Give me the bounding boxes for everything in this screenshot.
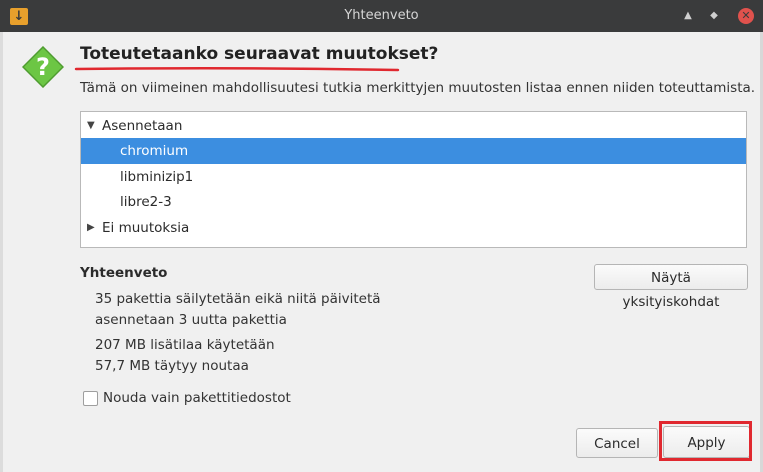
download-only-checkbox[interactable]	[83, 391, 98, 406]
red-underline-annotation	[74, 66, 400, 72]
cancel-button[interactable]: Cancel	[576, 428, 658, 458]
question-icon: ?	[22, 46, 64, 88]
window-left-edge	[0, 32, 3, 472]
summary-line: 207 MB lisätilaa käytetään	[95, 337, 275, 353]
changes-tree[interactable]: ▼ Asennetaan chromium libminizip1 libre2…	[80, 111, 747, 248]
tree-item-label: libminizip1	[120, 169, 194, 185]
shade-window-icon[interactable]: ▲	[680, 9, 696, 23]
summary-line: 57,7 MB täytyy noutaa	[95, 358, 249, 374]
download-only-label[interactable]: Nouda vain pakettitiedostot	[103, 390, 291, 406]
dialog-heading: Toteutetaanko seuraavat muutokset?	[80, 44, 439, 64]
tree-group-label: Asennetaan	[102, 118, 183, 134]
tree-item-label: libre2-3	[120, 194, 172, 210]
red-highlight-annotation	[659, 421, 752, 461]
tree-item-label: chromium	[120, 143, 189, 159]
title-bar: ↓ Yhteenveto ▲ ◆ ✕	[0, 0, 763, 32]
tree-group-label: Ei muutoksia	[102, 220, 190, 236]
show-details-button[interactable]: Näytä yksityiskohdat	[594, 264, 748, 310]
dialog-description: Tämä on viimeinen mahdollisuutesi tutkia…	[80, 80, 756, 96]
tree-group-no-changes[interactable]: ▶ Ei muutoksia	[81, 215, 746, 241]
summary-line: asennetaan 3 uutta pakettia	[95, 312, 287, 328]
tree-item-libre2-3[interactable]: libre2-3	[81, 189, 746, 215]
tree-group-install[interactable]: ▼ Asennetaan	[81, 113, 746, 139]
expanded-arrow-icon[interactable]: ▼	[87, 113, 95, 139]
maximize-window-icon[interactable]: ◆	[706, 9, 722, 23]
collapsed-arrow-icon[interactable]: ▶	[87, 215, 95, 241]
close-window-icon[interactable]: ✕	[738, 8, 754, 24]
summary-line: 35 pakettia säilytetään eikä niitä päivi…	[95, 291, 381, 307]
svg-text:?: ?	[36, 53, 50, 81]
window-title: Yhteenveto	[344, 8, 419, 23]
tree-item-libminizip1[interactable]: libminizip1	[81, 164, 746, 190]
tree-item-chromium[interactable]: chromium	[81, 138, 746, 164]
summary-title: Yhteenveto	[80, 265, 168, 281]
